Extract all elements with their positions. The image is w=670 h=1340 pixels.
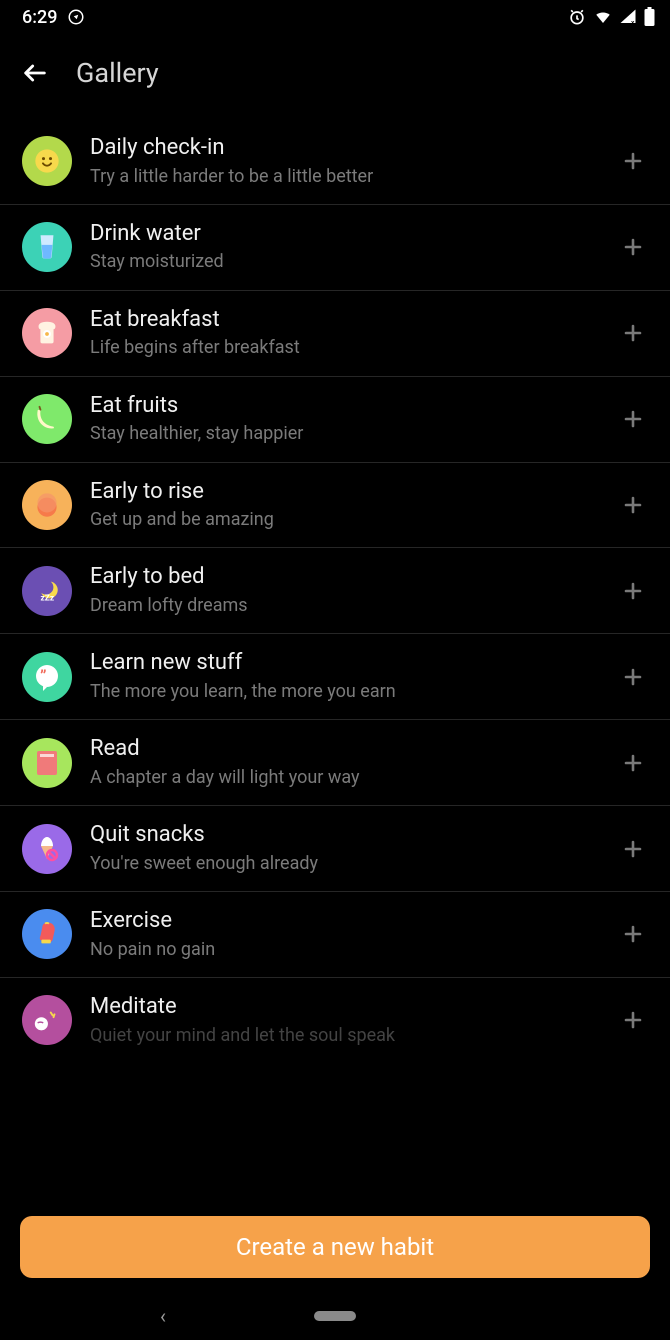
plus-icon bbox=[621, 1008, 645, 1032]
habit-row-drink-water[interactable]: Drink water Stay moisturized bbox=[0, 205, 670, 291]
habit-list: Daily check-in Try a little harder to be… bbox=[0, 112, 670, 1063]
app-bar: Gallery bbox=[0, 34, 670, 112]
habit-row-early-to-bed[interactable]: zZz Early to bed Dream lofty dreams bbox=[0, 548, 670, 634]
add-habit-button[interactable] bbox=[618, 919, 648, 949]
habit-title: Daily check-in bbox=[90, 134, 602, 163]
habit-subtitle: Try a little harder to be a little bette… bbox=[90, 165, 602, 189]
habit-icon-sun bbox=[22, 480, 72, 530]
habit-icon-icecream bbox=[22, 824, 72, 874]
habit-subtitle: A chapter a day will light your way bbox=[90, 766, 602, 790]
habit-subtitle: Life begins after breakfast bbox=[90, 336, 602, 360]
habit-row-read[interactable]: Read A chapter a day will light your way bbox=[0, 720, 670, 806]
habit-subtitle: Quiet your mind and let the soul speak bbox=[90, 1024, 602, 1048]
habit-title: Early to bed bbox=[90, 563, 602, 592]
plus-icon bbox=[621, 837, 645, 861]
plus-icon bbox=[621, 321, 645, 345]
habit-icon-book bbox=[22, 738, 72, 788]
plus-icon bbox=[621, 922, 645, 946]
plus-icon bbox=[621, 751, 645, 775]
habit-subtitle: Get up and be amazing bbox=[90, 508, 602, 532]
habit-row-early-to-rise[interactable]: Early to rise Get up and be amazing bbox=[0, 463, 670, 549]
add-habit-button[interactable] bbox=[618, 834, 648, 864]
svg-text:x: x bbox=[631, 19, 635, 27]
add-habit-button[interactable] bbox=[618, 146, 648, 176]
add-habit-button[interactable] bbox=[618, 748, 648, 778]
cell-signal-icon: x bbox=[619, 8, 637, 26]
habit-icon-moon: zZz bbox=[22, 566, 72, 616]
add-habit-button[interactable] bbox=[618, 662, 648, 692]
system-navigation-bar: ‹ bbox=[0, 1292, 670, 1340]
habit-subtitle: No pain no gain bbox=[90, 938, 602, 962]
habit-title: Learn new stuff bbox=[90, 649, 602, 678]
create-habit-label: Create a new habit bbox=[236, 1233, 434, 1261]
habit-icon-glove bbox=[22, 909, 72, 959]
habit-title: Early to rise bbox=[90, 478, 602, 507]
habit-title: Exercise bbox=[90, 907, 602, 936]
habit-subtitle: Stay moisturized bbox=[90, 250, 602, 274]
add-habit-button[interactable] bbox=[618, 232, 648, 262]
add-habit-button[interactable] bbox=[618, 404, 648, 434]
arrow-left-icon bbox=[21, 59, 49, 87]
habit-title: Eat fruits bbox=[90, 392, 602, 421]
status-time: 6:29 bbox=[22, 7, 57, 28]
habit-subtitle: Stay healthier, stay happier bbox=[90, 422, 602, 446]
habit-title: Quit snacks bbox=[90, 821, 602, 850]
battery-icon bbox=[643, 7, 656, 27]
add-habit-button[interactable] bbox=[618, 1005, 648, 1035]
compass-icon bbox=[67, 8, 85, 26]
habit-subtitle: Dream lofty dreams bbox=[90, 594, 602, 618]
add-habit-button[interactable] bbox=[618, 490, 648, 520]
habit-row-eat-breakfast[interactable]: Eat breakfast Life begins after breakfas… bbox=[0, 291, 670, 377]
add-habit-button[interactable] bbox=[618, 318, 648, 348]
habit-row-meditate[interactable]: Meditate Quiet your mind and let the sou… bbox=[0, 978, 670, 1063]
plus-icon bbox=[621, 407, 645, 431]
habit-title: Eat breakfast bbox=[90, 306, 602, 335]
habit-title: Drink water bbox=[90, 220, 602, 249]
wifi-icon bbox=[593, 8, 613, 26]
habit-row-quit-snacks[interactable]: Quit snacks You're sweet enough already bbox=[0, 806, 670, 892]
alarm-icon bbox=[567, 7, 587, 27]
habit-icon-meditate bbox=[22, 995, 72, 1045]
nav-home-pill[interactable] bbox=[314, 1311, 356, 1321]
habit-icon-banana bbox=[22, 394, 72, 444]
habit-icon-glass bbox=[22, 222, 72, 272]
habit-row-exercise[interactable]: Exercise No pain no gain bbox=[0, 892, 670, 978]
plus-icon bbox=[621, 235, 645, 259]
habit-icon-toast bbox=[22, 308, 72, 358]
habit-row-eat-fruits[interactable]: Eat fruits Stay healthier, stay happier bbox=[0, 377, 670, 463]
habit-row-daily-check-in[interactable]: Daily check-in Try a little harder to be… bbox=[0, 112, 670, 205]
create-habit-button[interactable]: Create a new habit bbox=[20, 1216, 650, 1278]
plus-icon bbox=[621, 149, 645, 173]
habit-icon-quote: ” bbox=[22, 652, 72, 702]
page-title: Gallery bbox=[76, 57, 159, 89]
plus-icon bbox=[621, 579, 645, 603]
habit-subtitle: The more you learn, the more you earn bbox=[90, 680, 602, 704]
svg-text:zZz: zZz bbox=[40, 593, 54, 603]
back-button[interactable] bbox=[20, 58, 50, 88]
plus-icon bbox=[621, 665, 645, 689]
plus-icon bbox=[621, 493, 645, 517]
add-habit-button[interactable] bbox=[618, 576, 648, 606]
habit-title: Read bbox=[90, 735, 602, 764]
svg-text:”: ” bbox=[40, 666, 47, 685]
habit-icon-smile bbox=[22, 136, 72, 186]
habit-title: Meditate bbox=[90, 993, 602, 1022]
status-bar: 6:29 x bbox=[0, 0, 670, 34]
nav-back-icon[interactable]: ‹ bbox=[160, 1304, 166, 1328]
habit-subtitle: You're sweet enough already bbox=[90, 852, 602, 876]
habit-row-learn-new-stuff[interactable]: ” Learn new stuff The more you learn, th… bbox=[0, 634, 670, 720]
